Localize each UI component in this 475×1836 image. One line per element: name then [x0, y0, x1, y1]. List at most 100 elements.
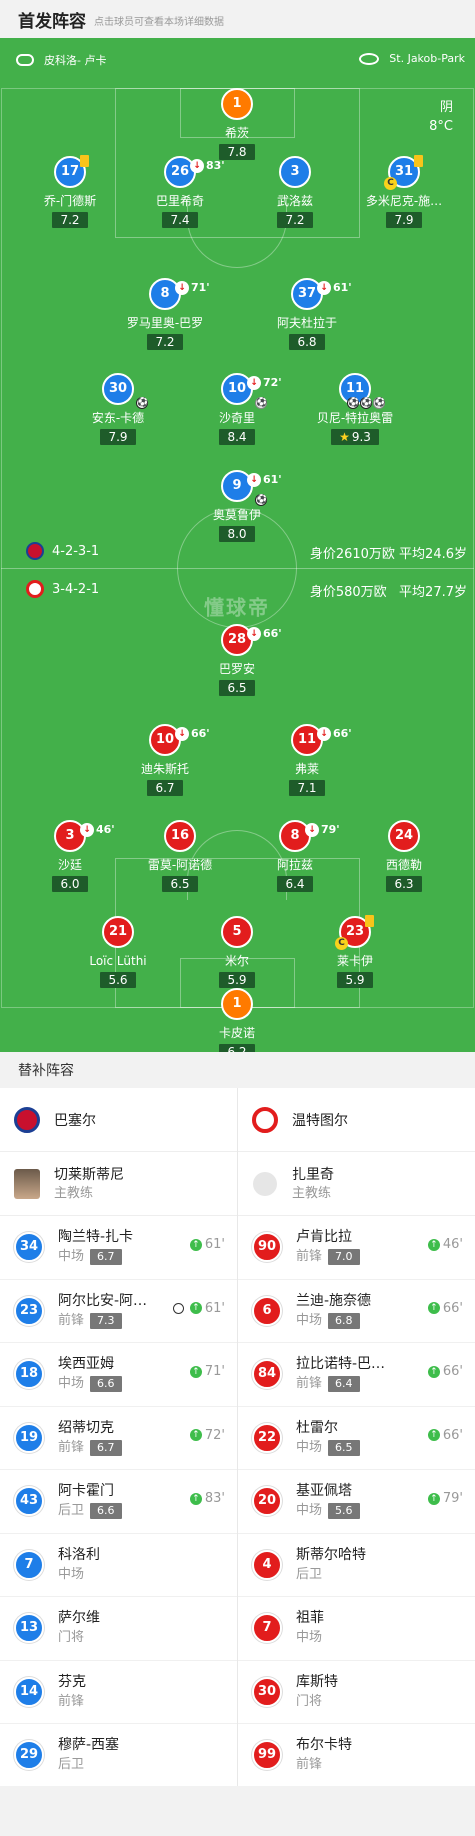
- bench-player-name: 埃西亚姆: [58, 1356, 114, 1373]
- home-formation-text: 4-2-3-1: [52, 543, 100, 559]
- home-coach[interactable]: 切莱斯蒂尼 主教练: [0, 1152, 237, 1216]
- bench-player-rating: 7.0: [328, 1249, 360, 1266]
- rating-value: 5.9: [227, 973, 247, 987]
- substitution-on: ↑ 66': [427, 1301, 463, 1316]
- bench-player-info: 陶兰特-扎卡 中场 6.7: [58, 1227, 178, 1267]
- bench-player-row[interactable]: 18 埃西亚姆 中场 6.6 ↑ 71': [0, 1343, 237, 1407]
- player-name: 弗莱: [294, 762, 319, 776]
- bench-player-row[interactable]: 34 陶兰特-扎卡 中场 6.7 ↑ 61': [0, 1216, 237, 1280]
- lineup-subtitle: 点击球员可查看本场详细数据: [94, 17, 224, 28]
- away-bench-list: 90 卢肯比拉 前锋 7.0 ↑ 46' 6 兰迪-施奈德 中场 6.8 ↑ 66' 84 拉比诺特-巴……: [238, 1216, 475, 1788]
- bench-player-row[interactable]: 43 阿卡霍门 后卫 6.6 ↑ 83': [0, 1470, 237, 1534]
- away-player[interactable]: 24 西德勒 6.3: [349, 820, 459, 892]
- player-rating: 7.1: [289, 780, 325, 796]
- bench-player-row[interactable]: 23 阿尔比安-阿… 前锋 7.3 ↑ 61': [0, 1280, 237, 1343]
- player-number: 23: [345, 924, 365, 939]
- away-player[interactable]: 5 米尔 5.9: [182, 916, 292, 988]
- away-player[interactable]: 3 ↓ 46' 沙廷 6.0: [15, 820, 125, 892]
- home-player[interactable]: 37 ↓ 61' 阿夫杜拉于 6.8: [252, 278, 362, 350]
- lineup-title: 首发阵容: [18, 11, 86, 32]
- player-number-badge: 22: [252, 1422, 282, 1453]
- away-player[interactable]: 11 ↓ 66' 弗莱 7.1: [252, 724, 362, 796]
- bench-player-row[interactable]: 84 拉比诺特-巴… 前锋 6.4 ↑ 66': [238, 1343, 475, 1407]
- bench-player-info: 斯蒂尔哈特 后卫: [296, 1545, 416, 1585]
- bench-player-meta: 中场 6.7: [58, 1247, 178, 1267]
- bench-player-name: 绍蒂切克: [58, 1419, 114, 1436]
- substitution-off: ↓ 46': [80, 816, 115, 844]
- bench-player-row[interactable]: 4 斯蒂尔哈特 后卫: [238, 1534, 475, 1597]
- away-coach[interactable]: 扎里奇 主教练: [238, 1152, 475, 1216]
- home-player[interactable]: 8 ↓ 71' 罗马里奥-巴罗 7.2: [110, 278, 220, 350]
- bench-player-position: 后卫: [58, 1503, 85, 1519]
- bench-player-row[interactable]: 13 萨尔维 门将: [0, 1597, 237, 1661]
- player-number-badge: 16: [164, 820, 196, 852]
- away-player[interactable]: 10 ↓ 66' 迪朱斯托 6.7: [110, 724, 220, 796]
- player-name: 沙奇里: [218, 411, 255, 425]
- player-number-badge: 4: [252, 1549, 282, 1580]
- bench-player-row[interactable]: 30 库斯特 门将: [238, 1661, 475, 1724]
- player-number-badge: 23 C: [335, 915, 374, 950]
- player-name: 莱卡伊: [336, 954, 373, 968]
- player-number-badge: 3 ↓ 46': [54, 820, 115, 852]
- player-events: ⚽: [255, 494, 267, 506]
- away-player[interactable]: 21 Loïc Lüthi 5.6: [63, 916, 173, 988]
- player-name: 安东-卡德: [91, 411, 145, 425]
- player-number: 3: [290, 164, 300, 179]
- bench-player-info: 库斯特 门将: [296, 1672, 416, 1712]
- bench-player-name: 拉比诺特-巴…: [296, 1356, 386, 1373]
- bench-player-meta: 后卫: [58, 1755, 178, 1775]
- bench-player-name: 斯蒂尔哈特: [296, 1546, 366, 1563]
- away-player[interactable]: 16 雷莫-阿诺德 6.5: [125, 820, 235, 892]
- bench-player-row[interactable]: 7 科洛利 中场: [0, 1534, 237, 1597]
- bench-player-row[interactable]: 99 布尔卡特前锋: [238, 1724, 475, 1788]
- away-player[interactable]: 23 C 莱卡伊 5.9: [300, 915, 410, 988]
- player-name: 沙廷: [57, 858, 82, 872]
- home-player[interactable]: 17 乔-门德斯 7.2: [15, 155, 125, 228]
- home-bench-team[interactable]: 巴塞尔: [0, 1088, 237, 1152]
- player-number: 11: [345, 381, 365, 396]
- sub-off-icon: ↓: [190, 159, 204, 173]
- player-rating: 6.2: [219, 1044, 255, 1052]
- away-player[interactable]: 28 ↓ 66' 巴罗安 6.5: [182, 624, 292, 696]
- bench-player-row[interactable]: 7 祖菲 中场: [238, 1597, 475, 1661]
- bench-player-name: 卢肯比拉: [296, 1229, 352, 1246]
- sub-off-icon: ↓: [317, 281, 331, 295]
- home-player[interactable]: 26 ↓ 83' 巴里希奇 7.4: [125, 156, 235, 228]
- sub-off-minute: 61': [333, 281, 352, 294]
- bench-player-row[interactable]: 20 基亚佩塔 中场 5.6 ↑ 79': [238, 1470, 475, 1534]
- player-number-badge: 21: [102, 916, 134, 948]
- bench-player-row[interactable]: 19 绍蒂切克 前锋 6.7 ↑ 72': [0, 1407, 237, 1470]
- bench-player-meta: 前锋: [296, 1755, 416, 1775]
- home-player[interactable]: 11 ⚽ ⚽ ⚽ 贝尼-特拉奥雷 ★ 9.3: [300, 373, 410, 445]
- player-number: 37: [297, 286, 317, 301]
- bench-player-row[interactable]: 14 芬克 前锋: [0, 1661, 237, 1724]
- rating-value: 6.2: [227, 1045, 247, 1052]
- away-bench-team[interactable]: 温特图尔: [238, 1088, 475, 1152]
- player-number-badge: 11 ↓ 66': [291, 724, 352, 756]
- home-player[interactable]: 9 ↓ 61' ⚽ 奥莫鲁伊 8.0: [182, 470, 292, 542]
- home-player[interactable]: 3 武洛兹 7.2: [240, 156, 350, 228]
- weather-condition: 阴: [439, 100, 453, 115]
- player-number: 10: [155, 732, 175, 747]
- bench-player-row[interactable]: 90 卢肯比拉 前锋 7.0 ↑ 46': [238, 1216, 475, 1280]
- home-player[interactable]: 31 C 多米尼克-施… 7.9: [349, 155, 459, 228]
- bench-player-name: 布尔卡特: [296, 1737, 352, 1754]
- home-bench-column: 巴塞尔 切莱斯蒂尼 主教练 34 陶兰特-扎卡 中场 6.7 ↑ 61' 23 阿尔比安-阿……: [0, 1088, 237, 1788]
- player-rating: 8.4: [219, 429, 255, 445]
- player-number-badge: 1: [221, 88, 253, 120]
- player-number-badge: 99: [252, 1740, 282, 1771]
- bench-player-row[interactable]: 6 兰迪-施奈德 中场 6.8 ↑ 66': [238, 1280, 475, 1343]
- home-player[interactable]: 10 ↓ 72' ⚽ 沙奇里 8.4: [182, 373, 292, 445]
- bench-player-info: 科洛利 中场: [58, 1545, 178, 1585]
- bench-player-position: 前锋: [296, 1757, 323, 1773]
- bench-player-rating: 6.6: [90, 1376, 122, 1393]
- bench-player-name: 萨尔维: [58, 1610, 100, 1627]
- bench-player-row[interactable]: 22 杜雷尔 中场 6.5 ↑ 66': [238, 1407, 475, 1470]
- home-player[interactable]: 30 ⚽ 安东-卡德 7.9: [63, 373, 173, 445]
- bench-player-row[interactable]: 29 穆萨-西塞 后卫: [0, 1724, 237, 1788]
- away-player[interactable]: 1 卡皮诺 6.2: [182, 988, 292, 1052]
- sub-off-minute: 66': [263, 627, 282, 640]
- bench-player-info: 埃西亚姆 中场 6.6: [58, 1354, 178, 1394]
- away-player[interactable]: 8 ↓ 79' 阿拉兹 6.4: [240, 820, 350, 892]
- home-player[interactable]: 1 希茨 7.8: [182, 88, 292, 160]
